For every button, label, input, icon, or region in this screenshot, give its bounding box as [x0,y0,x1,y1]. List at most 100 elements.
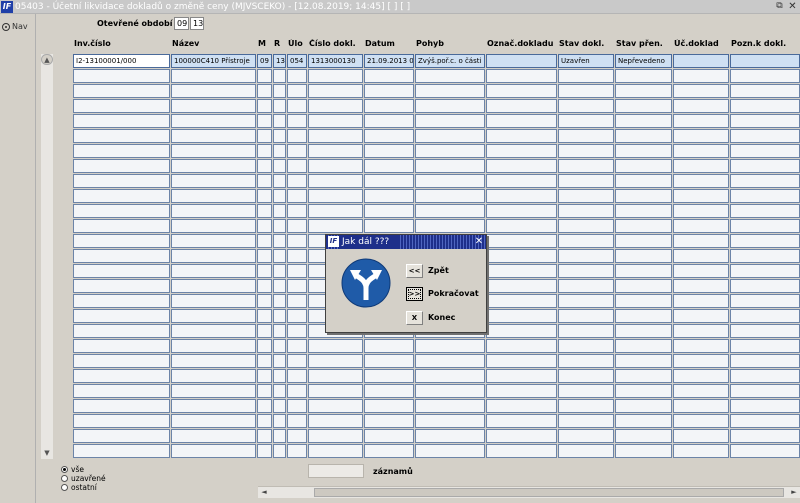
empty-table-cell[interactable] [415,399,485,413]
empty-table-cell[interactable] [486,99,557,113]
empty-table-cell[interactable] [273,444,286,458]
empty-table-cell[interactable] [673,249,729,263]
empty-table-cell[interactable] [364,219,414,233]
empty-table-cell[interactable] [287,234,307,248]
scroll-left-icon[interactable]: ◄ [258,487,270,498]
empty-table-cell[interactable] [364,384,414,398]
empty-table-cell[interactable] [486,414,557,428]
empty-table-cell[interactable] [257,219,272,233]
empty-table-cell[interactable] [257,69,272,83]
empty-table-cell[interactable] [730,264,800,278]
empty-table-cell[interactable] [615,129,672,143]
column-header[interactable]: Inv.číslo [74,39,175,48]
empty-table-cell[interactable] [257,399,272,413]
table-cell[interactable]: 21.09.2013 0 [364,54,414,68]
empty-table-cell[interactable] [415,219,485,233]
empty-table-cell[interactable] [287,384,307,398]
empty-table-cell[interactable] [364,429,414,443]
empty-table-cell[interactable] [558,294,614,308]
empty-table-cell[interactable] [615,114,672,128]
empty-table-cell[interactable] [73,279,170,293]
empty-table-cell[interactable] [673,444,729,458]
empty-table-cell[interactable] [615,429,672,443]
empty-table-cell[interactable] [415,369,485,383]
empty-table-cell[interactable] [287,249,307,263]
empty-table-cell[interactable] [273,249,286,263]
empty-table-cell[interactable] [273,159,286,173]
table-cell[interactable] [486,54,557,68]
empty-table-cell[interactable] [558,129,614,143]
dialog-button-label[interactable]: Konec [428,312,455,324]
empty-table-cell[interactable] [730,234,800,248]
empty-table-cell[interactable] [308,189,363,203]
empty-table-cell[interactable] [615,444,672,458]
empty-table-cell[interactable] [558,189,614,203]
dialog-button-label[interactable]: Zpět [428,265,449,277]
empty-table-cell[interactable] [558,84,614,98]
table-cell[interactable]: 13 [273,54,286,68]
empty-table-cell[interactable] [673,399,729,413]
empty-table-cell[interactable] [257,99,272,113]
empty-table-cell[interactable] [673,99,729,113]
empty-table-cell[interactable] [73,429,170,443]
empty-table-cell[interactable] [730,189,800,203]
empty-table-cell[interactable] [730,399,800,413]
empty-table-cell[interactable] [273,174,286,188]
empty-table-cell[interactable] [364,84,414,98]
empty-table-cell[interactable] [73,309,170,323]
empty-table-cell[interactable] [486,129,557,143]
empty-table-cell[interactable] [558,309,614,323]
column-header[interactable]: Stav přen. [616,39,677,48]
period-month-field[interactable]: 09 [174,17,189,30]
empty-table-cell[interactable] [364,129,414,143]
empty-table-cell[interactable] [558,249,614,263]
empty-table-cell[interactable] [730,384,800,398]
empty-table-cell[interactable] [486,189,557,203]
table-cell[interactable]: 054 [287,54,307,68]
empty-table-cell[interactable] [257,129,272,143]
empty-table-cell[interactable] [257,369,272,383]
empty-table-cell[interactable] [673,324,729,338]
table-cell[interactable]: Zvýš.poř.c. o části [415,54,485,68]
empty-table-cell[interactable] [558,204,614,218]
empty-table-cell[interactable] [558,444,614,458]
empty-table-cell[interactable] [415,204,485,218]
dialog-title-bar[interactable]: IF Jak dál ??? ✕ [326,235,486,249]
horizontal-scrollbar[interactable]: ◄ ► [258,486,800,498]
empty-table-cell[interactable] [287,429,307,443]
empty-table-cell[interactable] [273,279,286,293]
empty-table-cell[interactable] [308,69,363,83]
empty-table-cell[interactable] [558,174,614,188]
empty-table-cell[interactable] [308,429,363,443]
empty-table-cell[interactable] [171,294,256,308]
empty-table-cell[interactable] [257,204,272,218]
empty-table-cell[interactable] [615,249,672,263]
column-header[interactable]: Úč.doklad [674,39,734,48]
filter-option[interactable]: vše [61,465,106,474]
empty-table-cell[interactable] [364,174,414,188]
empty-table-cell[interactable] [257,84,272,98]
empty-table-cell[interactable] [273,144,286,158]
empty-table-cell[interactable] [615,339,672,353]
empty-table-cell[interactable] [615,399,672,413]
empty-table-cell[interactable] [287,189,307,203]
empty-table-cell[interactable] [73,189,170,203]
empty-table-cell[interactable] [73,114,170,128]
empty-table-cell[interactable] [673,69,729,83]
empty-table-cell[interactable] [673,204,729,218]
empty-table-cell[interactable] [615,99,672,113]
empty-table-cell[interactable] [257,324,272,338]
nav-button[interactable]: Nav [2,22,28,31]
empty-table-cell[interactable] [615,144,672,158]
empty-table-cell[interactable] [308,354,363,368]
empty-table-cell[interactable] [308,114,363,128]
empty-table-cell[interactable] [171,309,256,323]
empty-table-cell[interactable] [730,69,800,83]
empty-table-cell[interactable] [615,159,672,173]
empty-table-cell[interactable] [273,399,286,413]
empty-table-cell[interactable] [273,204,286,218]
empty-table-cell[interactable] [257,234,272,248]
empty-table-cell[interactable] [415,144,485,158]
empty-table-cell[interactable] [615,174,672,188]
empty-table-cell[interactable] [257,429,272,443]
